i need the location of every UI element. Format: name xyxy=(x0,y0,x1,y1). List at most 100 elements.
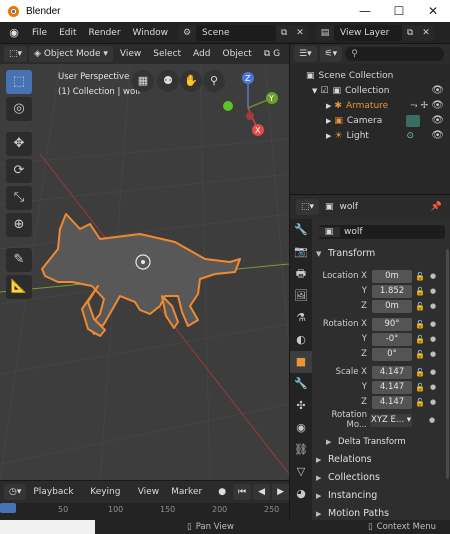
jump-start-icon[interactable]: ⏮ xyxy=(233,484,252,500)
relations-header[interactable]: ▶ Relations xyxy=(316,451,447,468)
navigation-gizmo[interactable]: Z X Y xyxy=(222,68,282,138)
world-tab-icon[interactable]: ◐ xyxy=(290,329,312,351)
physics-tab-icon[interactable]: ◉ xyxy=(290,417,312,439)
viewport-menu-object[interactable]: Object xyxy=(217,46,256,62)
keyframe-dot-icon[interactable]: ● xyxy=(430,302,436,310)
viewport-menu-view[interactable]: View xyxy=(115,46,146,62)
scene-tab-icon[interactable]: ⚗ xyxy=(290,307,312,329)
lock-icon[interactable]: 🔓 xyxy=(415,368,427,377)
display-mode-icon[interactable]: ⚟▾ xyxy=(319,46,343,62)
lock-icon[interactable]: 🔓 xyxy=(415,398,427,407)
constraints-tab-icon[interactable]: ⛓ xyxy=(290,439,312,461)
render-tab-icon[interactable]: 📷 xyxy=(290,241,312,263)
pan-hand-icon[interactable]: ✋ xyxy=(180,70,202,92)
rotation-z-field[interactable]: 0° xyxy=(372,347,412,361)
view-layer-tab-icon[interactable]: 🖼 xyxy=(290,285,312,307)
location-z-field[interactable]: 0m xyxy=(372,299,412,313)
play-reverse-icon[interactable]: ◀ xyxy=(253,484,271,500)
rotation-mode-dropdown[interactable]: XYZ E... ▾ xyxy=(370,413,412,427)
properties-scrollbar[interactable] xyxy=(446,249,449,479)
play-icon[interactable]: ▶ xyxy=(272,484,289,500)
rotation-x-field[interactable]: 90° xyxy=(372,317,412,331)
mode-selector[interactable]: ◈ Object Mode ▾ xyxy=(29,46,113,62)
expand-arrow-icon[interactable]: ▶ xyxy=(326,132,331,140)
new-view-layer-icon[interactable]: ⧉ xyxy=(402,25,418,41)
timeline-menu-marker[interactable]: Marker xyxy=(166,484,207,500)
delete-scene-icon[interactable]: ✕ xyxy=(292,25,308,41)
menu-render[interactable]: Render xyxy=(83,28,127,38)
minimize-button[interactable]: — xyxy=(348,0,382,22)
lock-icon[interactable]: 🔓 xyxy=(415,302,427,311)
keyframe-dot-icon[interactable]: ● xyxy=(430,335,436,343)
view-layer-name[interactable]: View Layer xyxy=(334,24,403,41)
blender-menu-icon[interactable]: ◉ xyxy=(6,25,22,41)
menu-edit[interactable]: Edit xyxy=(53,28,82,38)
scene-name[interactable]: Scene xyxy=(196,24,277,41)
lock-icon[interactable]: 🔓 xyxy=(415,272,427,281)
keyframe-dot-icon[interactable]: ● xyxy=(430,368,436,376)
tool-tab-icon[interactable]: 🔧 xyxy=(290,219,312,241)
cursor-tool-icon[interactable]: ◎ xyxy=(6,97,32,121)
scale-z-field[interactable]: 4.147 xyxy=(372,395,412,409)
modifier-tab-icon[interactable]: 🔧 xyxy=(290,373,312,395)
collections-header[interactable]: ▶ Collections xyxy=(316,469,447,486)
transform-tool-icon[interactable]: ⊕ xyxy=(6,213,32,237)
instancing-header[interactable]: ▶ Instancing xyxy=(316,487,447,504)
select-box-tool-icon[interactable]: ⬚ xyxy=(6,70,32,94)
visibility-eye-icon[interactable]: 👁 xyxy=(431,130,444,141)
delta-transform-header[interactable]: ▶ Delta Transform xyxy=(326,433,444,450)
particles-tab-icon[interactable]: ✣ xyxy=(290,395,312,417)
rotate-tool-icon[interactable]: ⟳ xyxy=(6,159,32,183)
material-tab-icon[interactable]: ◕ xyxy=(290,483,312,505)
editor-type-icon[interactable]: ⬚▾ xyxy=(4,46,28,62)
outliner-editor-type-icon[interactable]: ☰▾ xyxy=(294,46,317,62)
outliner-search-input[interactable]: ⚲ xyxy=(345,47,444,61)
annotate-tool-icon[interactable]: ✎ xyxy=(6,248,32,272)
3d-viewport[interactable]: ⬚▾ ◈ Object Mode ▾ View Select Add Objec… xyxy=(0,44,289,480)
keyframe-dot-icon[interactable]: ● xyxy=(430,272,436,280)
timeline-menu-playback[interactable]: Playback ▾ xyxy=(28,484,83,513)
checkbox-icon[interactable]: ☑ xyxy=(320,86,328,96)
keyframe-dot-icon[interactable]: ● xyxy=(430,398,436,406)
properties-editor-type-icon[interactable]: ⬚▾ xyxy=(296,199,320,215)
close-button[interactable]: ✕ xyxy=(416,0,450,22)
move-tool-icon[interactable]: ✥ xyxy=(6,132,32,156)
keyframe-dot-icon[interactable]: ● xyxy=(430,350,436,358)
scale-x-field[interactable]: 4.147 xyxy=(372,365,412,379)
object-data-tab-icon[interactable]: ▽ xyxy=(290,461,312,483)
outliner-camera[interactable]: ▶ ▣ Camera 👁 xyxy=(290,113,450,128)
transform-orientation-icon[interactable]: ⧉ G xyxy=(259,46,285,62)
lock-icon[interactable]: 🔓 xyxy=(415,287,427,296)
keyframe-dot-icon[interactable]: ● xyxy=(430,383,436,391)
scene-selector[interactable]: ⚙ Scene ⧉ ✕ xyxy=(178,24,309,41)
expand-arrow-icon[interactable]: ▶ xyxy=(326,102,331,110)
grid-view-icon[interactable]: ▦ xyxy=(132,70,154,92)
expand-arrow-icon[interactable]: ▼ xyxy=(312,87,317,95)
lock-icon[interactable]: 🔓 xyxy=(415,335,427,344)
outliner-light[interactable]: ▶ ☀ Light ⊙ 👁 xyxy=(290,128,450,143)
timeline-editor-type-icon[interactable]: ◷▾ xyxy=(4,484,27,500)
object-tab-icon[interactable]: ■ xyxy=(290,351,312,373)
current-frame-indicator[interactable] xyxy=(0,503,16,513)
pin-icon[interactable]: 📌 xyxy=(431,202,442,212)
visibility-eye-icon[interactable]: 👁 xyxy=(431,85,444,96)
record-icon[interactable]: ● xyxy=(213,484,231,500)
transform-panel-header[interactable]: ▼ Transform xyxy=(316,245,447,262)
outliner-collection[interactable]: ▼ ☑ ▣ Collection 👁 xyxy=(290,83,450,98)
location-x-field[interactable]: 0m xyxy=(372,269,412,283)
visibility-eye-icon[interactable]: 👁 xyxy=(431,115,444,126)
lock-icon[interactable]: 🔓 xyxy=(415,320,427,329)
delete-view-layer-icon[interactable]: ✕ xyxy=(418,25,434,41)
output-tab-icon[interactable]: 🖶 xyxy=(290,263,312,285)
expand-arrow-icon[interactable]: ▶ xyxy=(326,117,331,125)
outliner-armature[interactable]: ▶ ✱ Armature ⤳ ✢ 👁 xyxy=(290,98,450,113)
menu-file[interactable]: File xyxy=(26,28,53,38)
scale-y-field[interactable]: 4.147 xyxy=(372,380,412,394)
visibility-eye-icon[interactable]: 👁 xyxy=(431,100,444,111)
viewport-menu-add[interactable]: Add xyxy=(188,46,215,62)
keyframe-dot-icon[interactable]: ● xyxy=(429,416,435,424)
timeline-menu-view[interactable]: View xyxy=(133,484,164,500)
lock-icon[interactable]: 🔓 xyxy=(415,383,427,392)
measure-tool-icon[interactable]: 📐 xyxy=(6,275,32,299)
viewport-menu-select[interactable]: Select xyxy=(148,46,186,62)
